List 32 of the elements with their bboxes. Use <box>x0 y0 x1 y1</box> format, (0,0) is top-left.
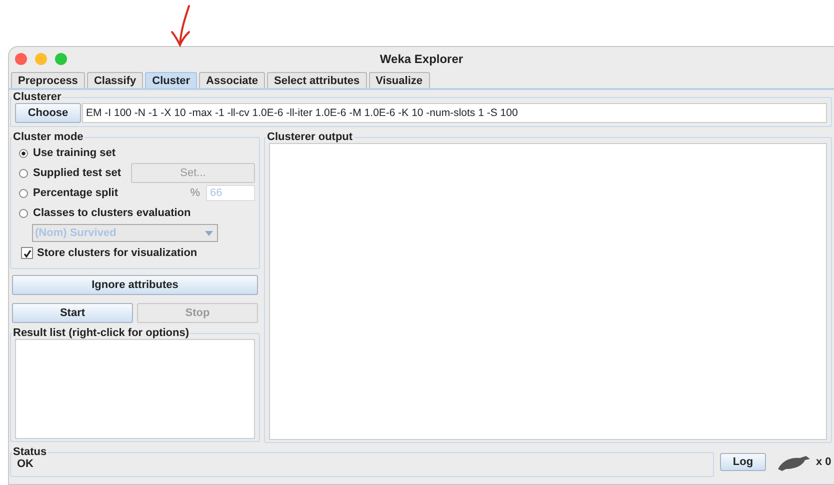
checkbox-label: Store clusters for visualization <box>37 247 198 259</box>
start-button[interactable]: Start <box>12 303 133 323</box>
panel-title: Clusterer <box>12 91 62 103</box>
radio-button[interactable] <box>19 148 28 158</box>
ignore-attributes-button[interactable]: Ignore attributes <box>12 275 258 295</box>
tab[interactable]: Cluster <box>145 72 198 88</box>
option-label: Supplied test set <box>33 167 122 179</box>
radio-button[interactable] <box>19 168 28 178</box>
tab[interactable]: Preprocess <box>11 72 85 88</box>
panel-title: Status <box>12 446 48 458</box>
log-button[interactable]: Log <box>720 452 766 470</box>
close-button[interactable] <box>15 53 27 65</box>
panel-title: Result list (right-click for options) <box>12 327 190 339</box>
option-label: Percentage split <box>33 187 118 199</box>
checkbox[interactable] <box>21 247 33 259</box>
window-title: Weka Explorer <box>380 52 464 66</box>
choose-button[interactable]: Choose <box>15 103 81 123</box>
status-text: OK <box>16 458 34 470</box>
instance-count: x 0 <box>816 456 832 468</box>
dropdown-arrow-icon <box>205 230 213 236</box>
tab[interactable]: Select attributes <box>267 72 367 88</box>
panel-title: Clusterer output <box>266 131 354 143</box>
option-label: Classes to clusters evaluation <box>33 207 191 219</box>
tab[interactable]: Classify <box>86 72 144 88</box>
option-label: Use training set <box>33 147 116 159</box>
clusterer-command-field[interactable]: EM -I 100 -N -1 -X 10 -max -1 -ll-cv 1.0E-6 -ll-iter 1.0E-6 -M 1.0E-6 -K 10 -num-slots 1 -S 100 <box>82 103 827 123</box>
percent-sign: % <box>190 187 200 199</box>
panel-title: Cluster mode <box>12 131 84 143</box>
tab[interactable]: Associate <box>199 72 266 88</box>
radio-button[interactable] <box>19 208 28 218</box>
zoom-button[interactable] <box>55 53 67 65</box>
tab[interactable]: Visualize <box>368 72 430 88</box>
